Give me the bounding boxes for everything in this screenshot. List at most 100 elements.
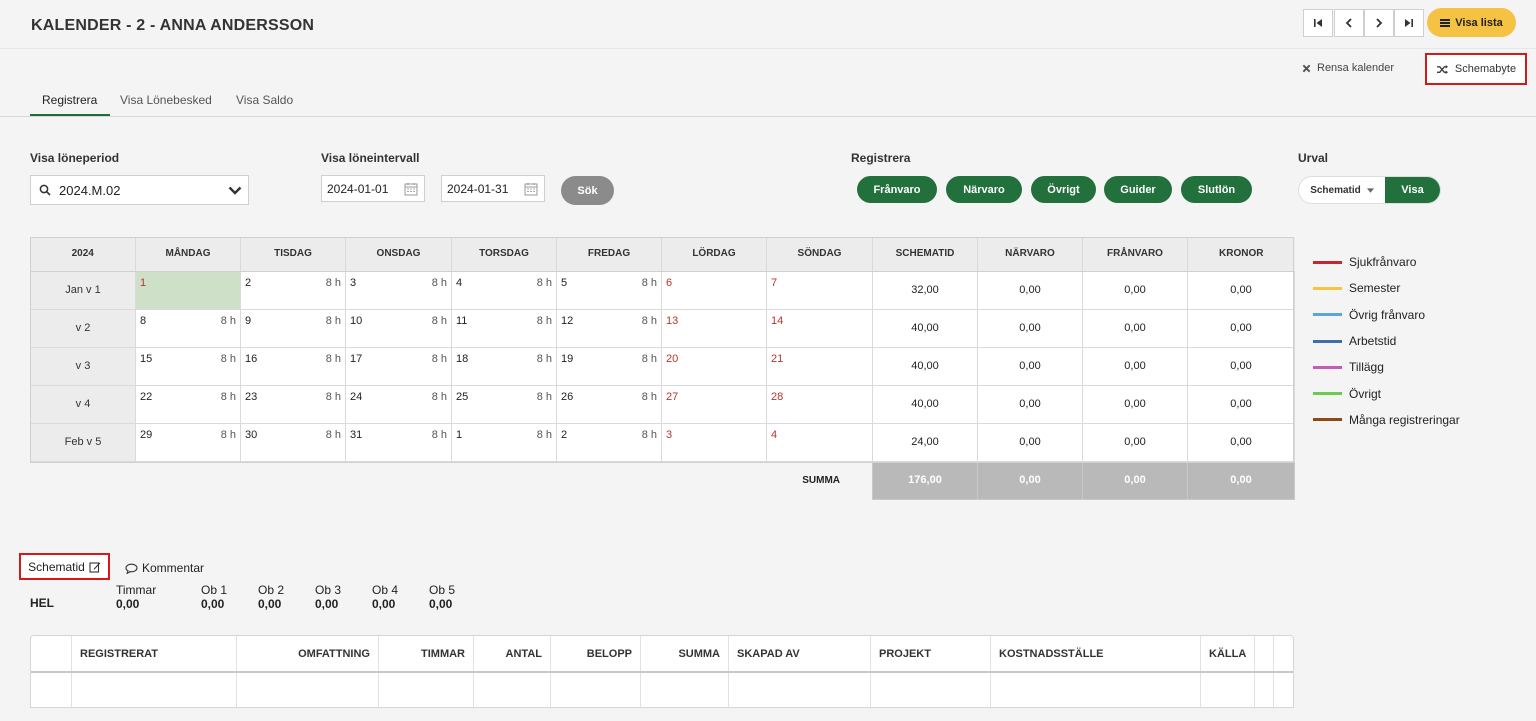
calendar-day-cell[interactable]: 1 [135, 270, 241, 310]
tab-visa-lonebesked[interactable]: Visa Lönebesked [120, 93, 212, 107]
rensa-kalender-button[interactable]: Rensa kalender [1302, 62, 1394, 74]
chevron-down-icon [228, 186, 242, 195]
calendar-day-cell[interactable]: 6 [661, 270, 767, 310]
legend-item: Övrig frånvaro [1313, 302, 1460, 328]
calendar-day-cell[interactable]: 12 8 h [556, 308, 662, 348]
calendar-day-cell[interactable]: 29 8 h [135, 422, 241, 462]
guider-button[interactable]: Guider [1104, 176, 1172, 203]
column-header-summa[interactable]: SUMMA [641, 636, 729, 671]
calendar-day-cell[interactable]: 5 8 h [556, 270, 662, 310]
day-hours: 8 h [536, 276, 552, 289]
legend-swatch [1313, 418, 1342, 422]
calendar-day-cell[interactable]: 3 [661, 422, 767, 462]
calendar-day-cell[interactable]: 24 8 h [345, 384, 452, 424]
calendar-day-cell[interactable]: 26 8 h [556, 384, 662, 424]
empty-cell [241, 461, 346, 499]
table-cell [1201, 673, 1255, 707]
calendar-day-cell[interactable]: 4 8 h [451, 270, 557, 310]
empty-cell [31, 461, 136, 499]
schemabyte-button[interactable]: Schemabyte [1425, 53, 1527, 85]
edit-icon [89, 561, 101, 573]
day-hours: 8 h [536, 352, 552, 365]
column-header-kalla[interactable]: KÄLLA [1201, 636, 1255, 671]
kommentar-button[interactable]: Kommentar [125, 561, 204, 575]
column-header-kostnadsstalle[interactable]: KOSTNADSSTÄLLE [991, 636, 1201, 671]
kommentar-label: Kommentar [142, 561, 205, 575]
week-franvaro-value: 0,00 [1082, 384, 1188, 424]
calendar-day-cell[interactable]: 4 [766, 422, 873, 462]
day-number: 15 [140, 352, 153, 365]
visa-lista-button[interactable]: Visa lista [1427, 8, 1516, 37]
summary-column-label: Ob 4 [372, 583, 399, 597]
calendar-day-cell[interactable]: 19 8 h [556, 346, 662, 386]
summary-column-value: 0,00 [258, 597, 282, 611]
calendar-day-cell[interactable]: 2 8 h [556, 422, 662, 462]
period-select[interactable]: 2024.M.02 [30, 175, 249, 205]
calendar-day-cell[interactable]: 9 8 h [240, 308, 346, 348]
column-header-timmar[interactable]: TIMMAR [379, 636, 474, 671]
column-header-antal[interactable]: ANTAL [474, 636, 551, 671]
ovrigt-button[interactable]: Övrigt [1031, 176, 1096, 203]
calendar-day-cell[interactable]: 23 8 h [240, 384, 346, 424]
calendar-day-cell[interactable]: 17 8 h [345, 346, 452, 386]
last-page-button[interactable] [1394, 9, 1424, 37]
search-button[interactable]: Sök [561, 176, 614, 205]
urval-select[interactable]: Schematid [1299, 177, 1385, 203]
narvaro-button[interactable]: Närvaro [946, 176, 1022, 203]
calendar-day-cell[interactable]: 20 [661, 346, 767, 386]
column-header: NÄRVARO [977, 237, 1083, 272]
week-kronor-value: 0,00 [1187, 422, 1295, 462]
legend-label: Många registreringar [1349, 412, 1460, 427]
calendar-day-cell[interactable]: 1 8 h [451, 422, 557, 462]
calendar-day-cell[interactable]: 27 [661, 384, 767, 424]
week-narvaro-value: 0,00 [977, 384, 1083, 424]
schematid-edit-button[interactable]: Schematid [19, 553, 110, 580]
franvaro-button[interactable]: Frånvaro [857, 176, 937, 203]
summary-column-label: Ob 2 [258, 583, 285, 597]
next-button[interactable] [1364, 9, 1394, 37]
calendar-day-cell[interactable]: 8 8 h [135, 308, 241, 348]
chevron-right-icon [1376, 18, 1383, 28]
chevron-left-icon [1345, 18, 1352, 28]
calendar-day-cell[interactable]: 18 8 h [451, 346, 557, 386]
day-number: 24 [350, 390, 363, 403]
search-icon [39, 184, 51, 196]
calendar-day-cell[interactable]: 11 8 h [451, 308, 557, 348]
calendar-day-cell[interactable]: 14 [766, 308, 873, 348]
calendar-day-cell[interactable]: 22 8 h [135, 384, 241, 424]
calendar-day-cell[interactable]: 25 8 h [451, 384, 557, 424]
day-number: 4 [456, 276, 463, 289]
calendar-day-cell[interactable]: 13 [661, 308, 767, 348]
calendar-day-cell[interactable]: 31 8 h [345, 422, 452, 462]
urval-visa-button[interactable]: Visa [1385, 177, 1440, 203]
calendar-day-cell[interactable]: 7 [766, 270, 873, 310]
calendar-day-cell[interactable]: 30 8 h [240, 422, 346, 462]
first-page-button[interactable] [1303, 9, 1333, 37]
year-header: 2024 [30, 237, 136, 272]
column-header-omfattning[interactable]: OMFATTNING [237, 636, 379, 671]
column-header-belopp[interactable]: BELOPP [551, 636, 641, 671]
tab-registrera[interactable]: Registrera [42, 93, 97, 107]
calendar-day-cell[interactable]: 28 [766, 384, 873, 424]
tab-visa-saldo[interactable]: Visa Saldo [236, 93, 293, 107]
column-header-skapad-av[interactable]: SKAPAD AV [729, 636, 871, 671]
calendar-day-cell[interactable]: 15 8 h [135, 346, 241, 386]
calendar-day-cell[interactable]: 2 8 h [240, 270, 346, 310]
calendar-day-cell[interactable]: 3 8 h [345, 270, 452, 310]
close-icon [1302, 64, 1311, 72]
column-header-projekt[interactable]: PROJEKT [871, 636, 991, 671]
date-to-input[interactable]: 2024-01-31 [441, 175, 545, 202]
day-header: FREDAG [556, 237, 662, 272]
registrations-table: REGISTRERAT OMFATTNING TIMMAR ANTAL BELO… [30, 635, 1294, 708]
slutlon-button[interactable]: Slutlön [1181, 176, 1252, 203]
summa-row: SUMMA 176,00 0,00 0,00 0,00 [31, 460, 1295, 500]
calendar-day-cell[interactable]: 16 8 h [240, 346, 346, 386]
calendar-day-cell[interactable]: 10 8 h [345, 308, 452, 348]
date-from-input[interactable]: 2024-01-01 [321, 175, 425, 202]
table-cell [1274, 673, 1293, 707]
calendar-day-cell[interactable]: 21 [766, 346, 873, 386]
table-cell [641, 673, 729, 707]
previous-button[interactable] [1334, 9, 1364, 37]
column-header-registrerat[interactable]: REGISTRERAT [72, 636, 237, 671]
urval-label: Urval [1298, 151, 1329, 165]
